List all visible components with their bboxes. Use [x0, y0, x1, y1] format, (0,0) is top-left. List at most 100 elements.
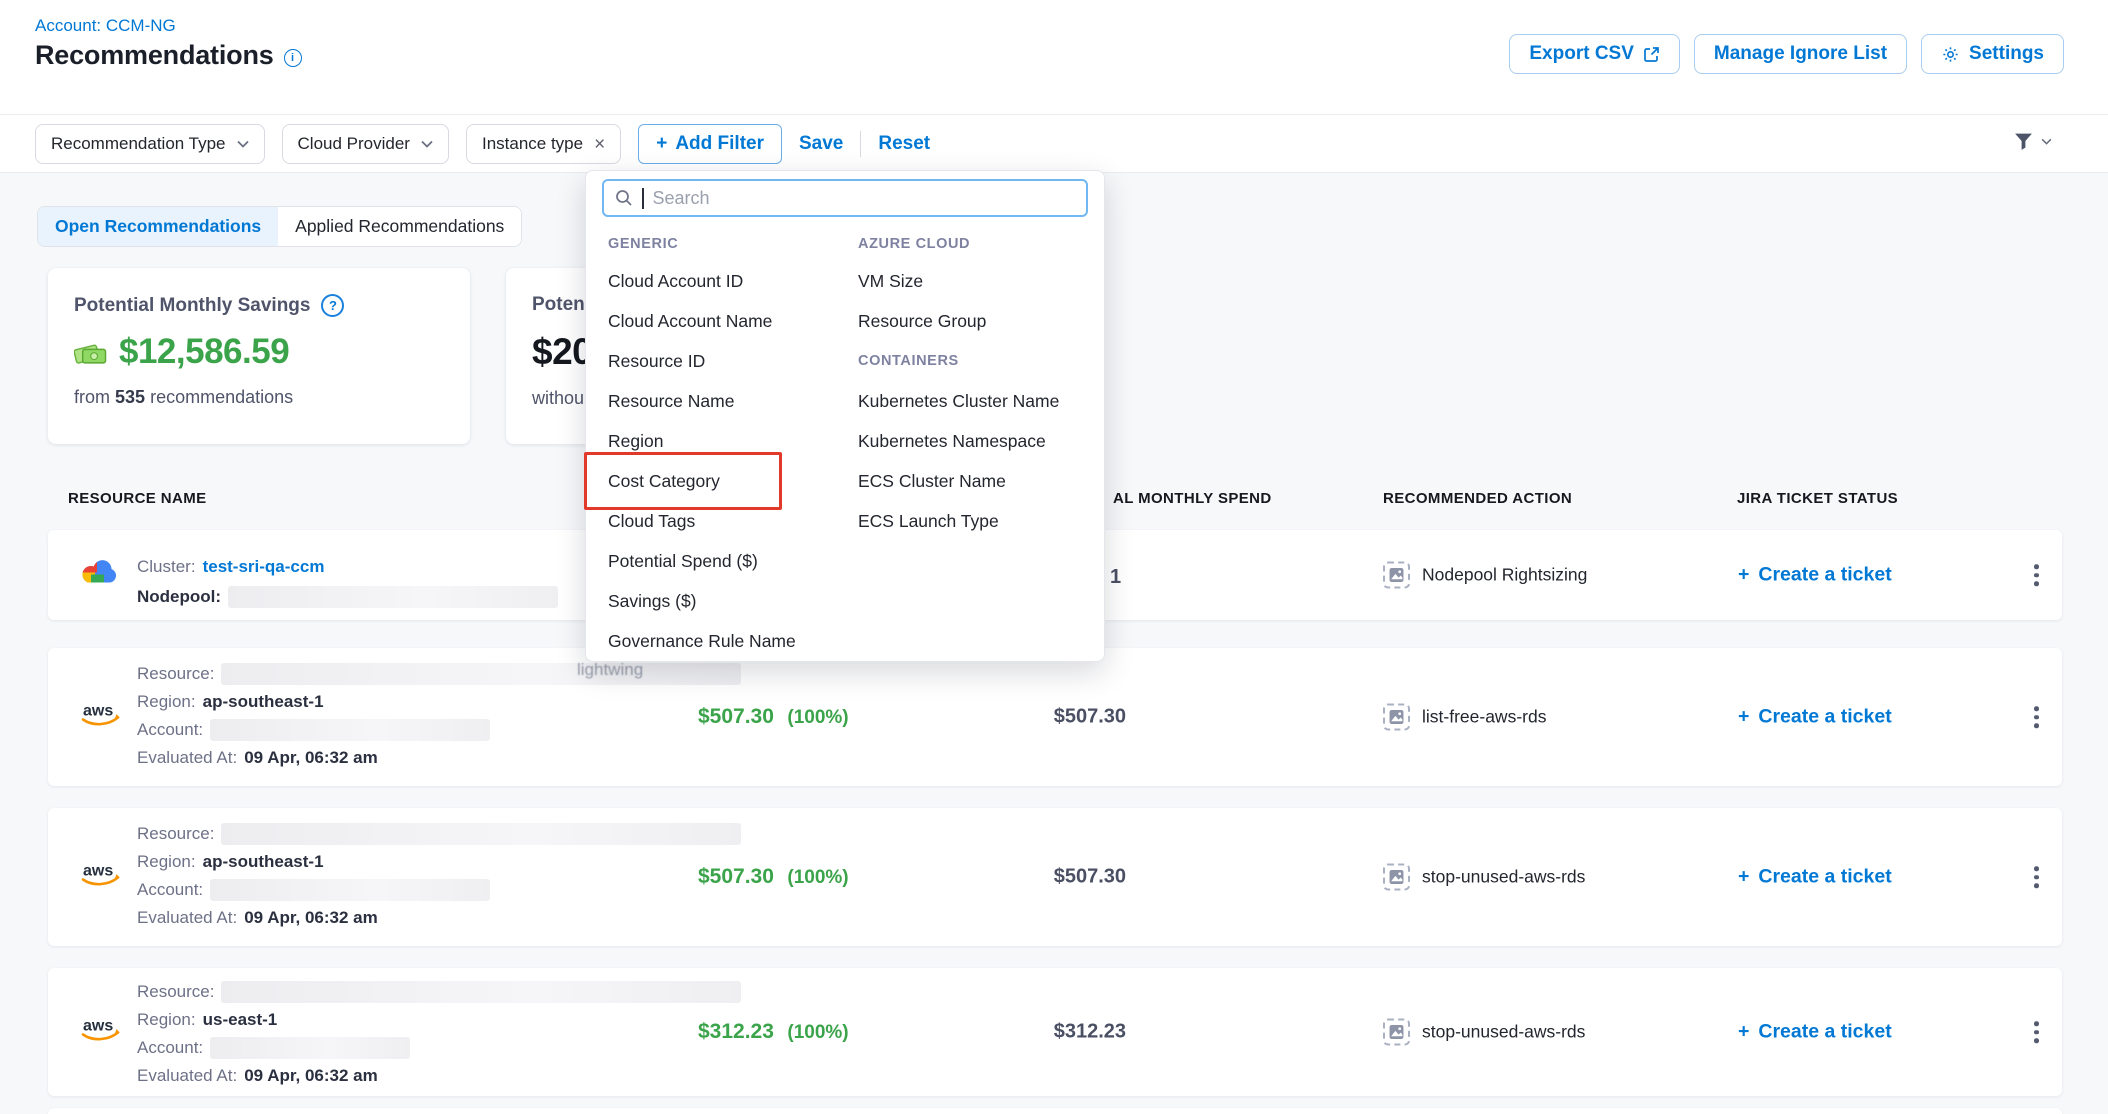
tab-applied-recommendations[interactable]: Applied Recommendations	[278, 207, 521, 246]
gear-icon	[1941, 45, 1960, 64]
help-icon[interactable]: ?	[321, 294, 344, 317]
add-filter-label: Add Filter	[675, 133, 764, 155]
filter-option[interactable]: Resource ID	[608, 341, 848, 381]
filter-chip-recommendation-type[interactable]: Recommendation Type	[35, 124, 265, 164]
chip-label: Cloud Provider	[298, 134, 410, 154]
table-row[interactable]: aws Resource: Region:ap-southeast-1 Acco…	[48, 808, 2062, 946]
potential-monthly-spend-value: $507.30	[1048, 866, 1126, 889]
filter-option[interactable]: Governance Rule Name	[608, 621, 848, 661]
chevron-down-icon	[2041, 138, 2052, 145]
spend-value-fragment: 1	[1110, 566, 1121, 589]
monthly-savings-value: $507.30	[698, 865, 774, 888]
chip-label: Recommendation Type	[51, 134, 226, 154]
evaluated-at-value: 09 Apr, 06:32 am	[244, 1066, 378, 1086]
savings-value: $12,586.59	[119, 332, 289, 372]
region-label: Region:	[137, 1010, 196, 1030]
table-row[interactable]: aws Resource: Region:us-east-1 Account: …	[48, 968, 2062, 1096]
page-title: Recommendations	[35, 40, 274, 71]
info-icon[interactable]: i	[284, 49, 302, 67]
external-link-icon	[1643, 46, 1660, 63]
filter-option[interactable]: Kubernetes Cluster Name	[858, 381, 1098, 421]
plus-icon: +	[1738, 706, 1749, 729]
resource-label: Resource:	[137, 824, 214, 844]
redacted-value	[221, 981, 741, 1003]
monthly-savings-value: $507.30	[698, 705, 774, 728]
region-value: ap-southeast-1	[203, 852, 324, 872]
filter-option[interactable]: ECS Launch Type	[858, 501, 1098, 541]
resource-label: Resource:	[137, 664, 214, 684]
svg-text:aws: aws	[83, 703, 113, 720]
aws-icon: aws	[78, 699, 124, 736]
filter-option[interactable]: Cloud Account Name	[608, 301, 848, 341]
search-input[interactable]	[653, 188, 1076, 209]
column-header-jira-ticket-status: JIRA TICKET STATUS	[1737, 490, 1898, 507]
aws-icon: aws	[78, 859, 124, 896]
create-ticket-button[interactable]: + Create a ticket	[1738, 706, 1892, 729]
dropdown-search[interactable]	[602, 179, 1088, 217]
redacted-value	[221, 663, 741, 685]
filter-chip-instance-type[interactable]: Instance type ×	[466, 124, 621, 164]
filter-option[interactable]: Cloud Tags	[608, 501, 848, 541]
redacted-value	[210, 719, 490, 741]
row-menu-kebab-icon[interactable]	[2030, 862, 2043, 892]
create-ticket-button[interactable]: + Create a ticket	[1738, 564, 1892, 587]
filter-option[interactable]: Potential Spend ($)	[608, 541, 848, 581]
header-divider	[0, 114, 2108, 115]
savings-percent: (100%)	[787, 1022, 848, 1043]
filter-option[interactable]: ECS Cluster Name	[858, 461, 1098, 501]
evaluated-at-label: Evaluated At:	[137, 748, 237, 768]
create-ticket-button[interactable]: + Create a ticket	[1738, 866, 1892, 889]
reset-filter-button[interactable]: Reset	[878, 133, 930, 155]
settings-button[interactable]: Settings	[1921, 34, 2064, 74]
savings-percent: (100%)	[787, 707, 848, 728]
redacted-value	[221, 823, 741, 845]
recommendations-page: Account: CCM-NG Recommendations i Export…	[0, 0, 2108, 1114]
region-value: ap-southeast-1	[203, 692, 324, 712]
gcp-icon	[78, 556, 120, 595]
nodepool-label: Nodepool:	[137, 587, 221, 607]
filter-option[interactable]: VM Size	[858, 261, 1098, 301]
region-label: Region:	[137, 852, 196, 872]
row-menu-kebab-icon[interactable]	[2030, 702, 2043, 732]
money-icon	[74, 339, 108, 366]
save-filter-button[interactable]: Save	[799, 133, 843, 155]
cluster-label: Cluster:	[137, 557, 196, 577]
evaluated-at-label: Evaluated At:	[137, 1066, 237, 1086]
savings-subtext: from 535 recommendations	[74, 387, 470, 408]
filter-option[interactable]: Kubernetes Namespace	[858, 421, 1098, 461]
export-csv-button[interactable]: Export CSV	[1509, 34, 1680, 74]
redacted-value	[210, 879, 490, 901]
filter-option[interactable]: Resource Name	[608, 381, 848, 421]
create-ticket-button[interactable]: + Create a ticket	[1738, 1021, 1892, 1044]
dropdown-section-azure-cloud: AZURE CLOUD	[858, 227, 1098, 261]
filter-chip-cloud-provider[interactable]: Cloud Provider	[282, 124, 449, 164]
plus-icon: +	[1738, 564, 1749, 587]
manage-ignore-list-button[interactable]: Manage Ignore List	[1694, 34, 1907, 74]
filter-option[interactable]: Savings ($)	[608, 581, 848, 621]
table-row[interactable]: aws Resource: Region: ap-southeast-1 Acco…	[48, 648, 2062, 786]
filter-option[interactable]: Region	[608, 421, 848, 461]
row-menu-kebab-icon[interactable]	[2030, 560, 2043, 590]
search-icon	[615, 189, 633, 207]
potential-monthly-spend-value: $312.23	[1048, 1021, 1126, 1044]
account-label: Account:	[137, 720, 203, 740]
evaluated-at-label: Evaluated At:	[137, 908, 237, 928]
rule-name-fragment: lightwing	[577, 660, 643, 680]
tab-open-recommendations[interactable]: Open Recommendations	[38, 207, 278, 246]
close-icon[interactable]: ×	[594, 135, 605, 154]
cluster-link[interactable]: test-sri-qa-ccm	[203, 557, 325, 577]
filter-option[interactable]: Cloud Account ID	[608, 261, 848, 301]
region-label: Region:	[137, 692, 196, 712]
breadcrumb[interactable]: Account: CCM-NG	[35, 16, 176, 36]
filter-panel-toggle[interactable]	[2013, 131, 2052, 152]
add-filter-button[interactable]: + Add Filter	[638, 124, 782, 164]
broken-image-icon	[1383, 704, 1410, 731]
potential-monthly-spend-value: $507.30	[1048, 706, 1126, 729]
aws-icon: aws	[78, 1014, 124, 1051]
add-filter-dropdown: GENERIC Cloud Account ID Cloud Account N…	[585, 170, 1105, 662]
spend-value-fragment: $20	[532, 331, 592, 373]
filter-option-cost-category[interactable]: Cost Category	[608, 461, 848, 501]
row-menu-kebab-icon[interactable]	[2030, 1017, 2043, 1047]
column-header-potential-monthly-spend: AL MONTHLY SPEND	[1113, 490, 1272, 507]
filter-option[interactable]: Resource Group	[858, 301, 1098, 341]
